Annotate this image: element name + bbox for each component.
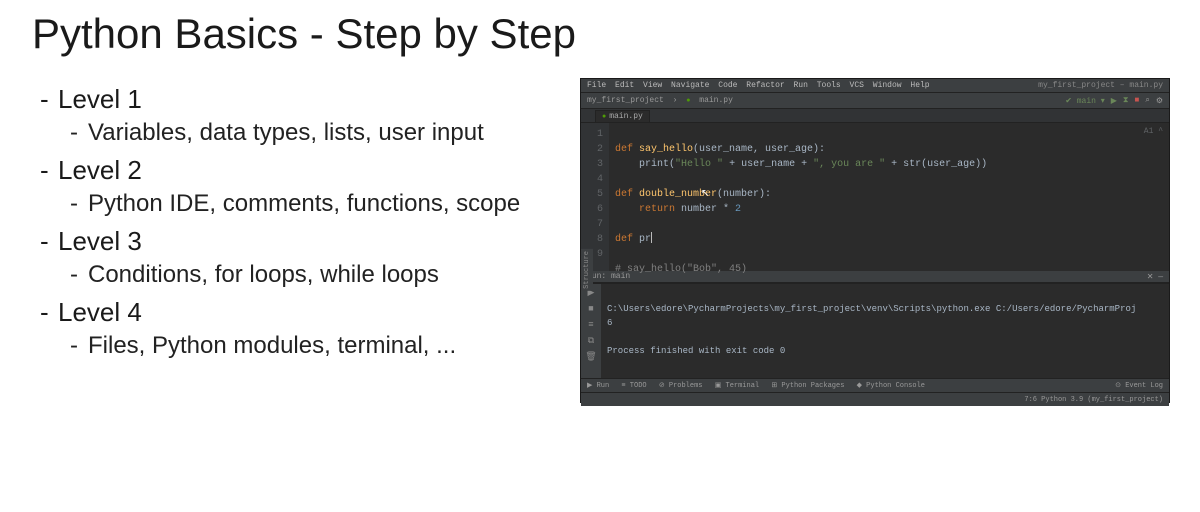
ide-window: File Edit View Navigate Code Refactor Ru…: [580, 78, 1170, 403]
slide-title: Python Basics - Step by Step: [32, 10, 1200, 58]
structure-tool-tab[interactable]: Structure: [581, 249, 593, 291]
stop-icon[interactable]: ■: [588, 304, 593, 314]
status-text: 7:6 Python 3.9 (my_first_project): [1024, 396, 1163, 404]
gear-icon[interactable]: ⚙: [1156, 96, 1163, 106]
menu-item[interactable]: Tools: [817, 81, 841, 90]
level-label: Level 1: [58, 84, 142, 114]
trash-icon[interactable]: 🗑: [585, 352, 596, 362]
cursor-pointer-icon: ↖: [701, 188, 709, 200]
breadcrumb: my_first_project › ● main.py: [587, 96, 737, 105]
level-desc: -Python IDE, comments, functions, scope: [70, 190, 580, 218]
level-label: Level 3: [58, 226, 142, 256]
bottom-tab[interactable]: ⊞ Python Packages: [771, 382, 844, 390]
editor-tab[interactable]: ● main.py: [595, 110, 650, 122]
level-label: Level 2: [58, 155, 142, 185]
search-icon[interactable]: ⌕: [1145, 96, 1149, 105]
bottom-tab[interactable]: ◆ Python Console: [857, 382, 925, 390]
python-file-icon: ●: [686, 97, 690, 105]
code-editor[interactable]: 1 2 3 4 5 6 7 8 9 def say_hello(user_nam…: [581, 123, 1169, 271]
level-desc: -Files, Python modules, terminal, ...: [70, 332, 580, 360]
menu-item[interactable]: Edit: [615, 81, 634, 90]
event-log-button[interactable]: ⊙ Event Log: [1115, 381, 1163, 390]
level-desc: -Variables, data types, lists, user inpu…: [70, 119, 580, 147]
menu-item[interactable]: Window: [873, 81, 902, 90]
inspection-hint[interactable]: A1 ^: [1144, 127, 1163, 136]
python-file-icon: ●: [602, 113, 606, 121]
bottom-tab[interactable]: ▣ Terminal: [715, 382, 759, 390]
layout-icon[interactable]: ≡: [588, 320, 593, 330]
level-item: -Level 4: [40, 297, 580, 328]
bottom-tool-buttons: ▶ Run ≡ TODO ⊘ Problems ▣ Terminal ⊞ Pyt…: [587, 381, 933, 390]
level-item: -Level 3: [40, 226, 580, 257]
stop-button[interactable]: ■: [1135, 96, 1140, 105]
run-button[interactable]: ▶: [1111, 96, 1117, 106]
breadcrumb-project[interactable]: my_first_project: [587, 96, 664, 105]
menu-item[interactable]: VCS: [850, 81, 864, 90]
text-cursor: [651, 232, 652, 243]
code-body[interactable]: def say_hello(user_name, user_age): prin…: [609, 123, 987, 271]
menu-item[interactable]: File: [587, 81, 606, 90]
tab-label: main.py: [609, 112, 643, 121]
debug-button[interactable]: ⧗: [1123, 96, 1129, 105]
menu-item[interactable]: Refactor: [746, 81, 784, 90]
menu-bar: File Edit View Navigate Code Refactor Ru…: [587, 81, 934, 90]
chevron-right-icon: ›: [673, 96, 678, 105]
bottom-tab[interactable]: ⊘ Problems: [659, 382, 703, 390]
menu-item[interactable]: View: [643, 81, 662, 90]
menu-item[interactable]: Help: [910, 81, 929, 90]
window-title: my_first_project – main.py: [1038, 81, 1163, 90]
run-tool-side-icons: ▶ ■ ≡ ⧉ 🗑: [581, 284, 601, 378]
run-output[interactable]: C:\Users\edore\PycharmProjects\my_first_…: [601, 284, 1142, 378]
bottom-tab[interactable]: ▶ Run: [587, 382, 609, 390]
breadcrumb-file[interactable]: main.py: [699, 96, 733, 105]
menu-item[interactable]: Run: [794, 81, 808, 90]
tool-window-controls[interactable]: ✕ —: [1147, 272, 1163, 282]
level-item: -Level 1: [40, 84, 580, 115]
menu-item[interactable]: Code: [718, 81, 737, 90]
level-label: Level 4: [58, 297, 142, 327]
menu-item[interactable]: Navigate: [671, 81, 709, 90]
level-item: -Level 2: [40, 155, 580, 186]
run-config-label[interactable]: ✔ main ▾: [1065, 96, 1105, 106]
outline-list: -Level 1 -Variables, data types, lists, …: [0, 78, 580, 403]
filter-icon[interactable]: ⧉: [588, 336, 594, 346]
level-desc: -Conditions, for loops, while loops: [70, 261, 580, 289]
bottom-tab[interactable]: ≡ TODO: [621, 382, 646, 390]
